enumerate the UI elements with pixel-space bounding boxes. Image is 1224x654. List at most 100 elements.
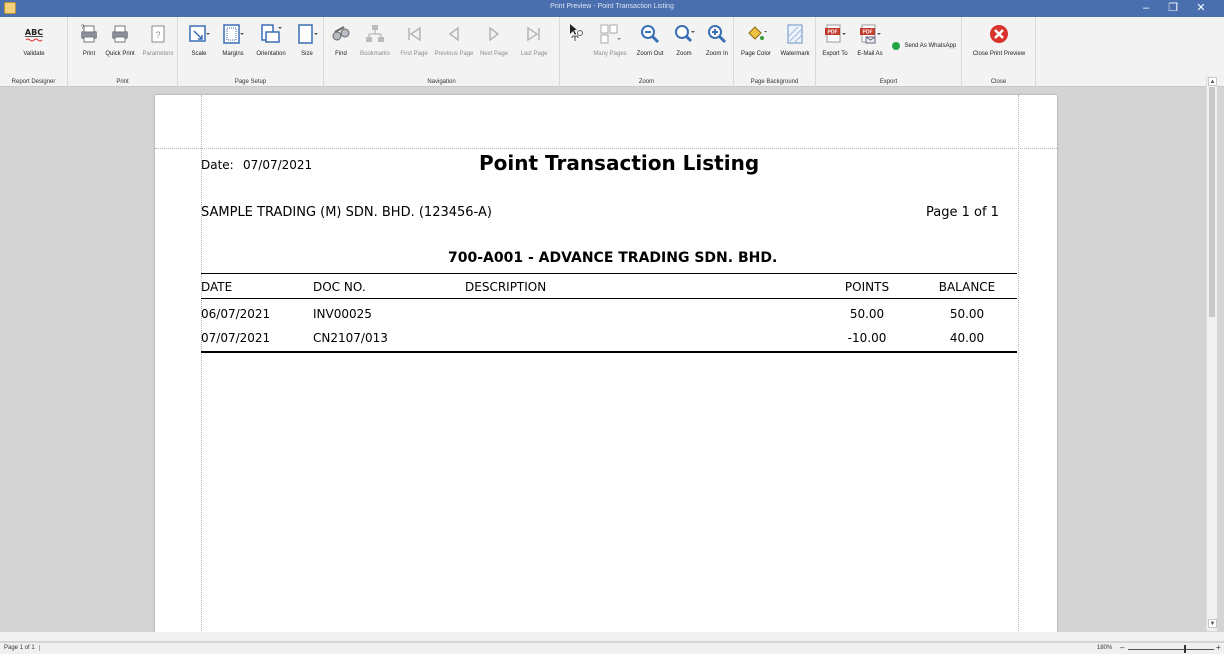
- group-label-close: Close: [990, 79, 1007, 85]
- row-doc-no: INV00025: [313, 307, 372, 321]
- scale-button[interactable]: Scale: [184, 23, 214, 57]
- export-to-label: Export To: [822, 51, 848, 57]
- page-color-label: Page Color: [740, 51, 772, 57]
- restore-button[interactable]: ❐: [1160, 0, 1186, 17]
- validate-button[interactable]: ABC Validate: [18, 23, 50, 57]
- zoom-out-button[interactable]: Zoom Out: [634, 23, 666, 57]
- quick-print-label: Quick Print: [105, 51, 135, 57]
- parameters-button[interactable]: ? Parameters: [140, 23, 176, 57]
- send-whatsapp-label: Send As WhatsApp: [904, 42, 957, 49]
- orientation-label: Orientation: [256, 51, 286, 57]
- print-button[interactable]: ? Print: [78, 23, 100, 57]
- group-label-print: Print: [116, 79, 129, 85]
- first-page-button[interactable]: First Page: [396, 23, 432, 57]
- size-button[interactable]: Size: [292, 23, 322, 57]
- svg-text:PDF: PDF: [863, 30, 873, 36]
- size-label: Size: [301, 51, 313, 57]
- last-page-label: Last Page: [520, 51, 548, 57]
- scroll-up-icon[interactable]: ▲: [1208, 77, 1217, 86]
- margins-label: Margins: [222, 51, 244, 57]
- email-as-button[interactable]: PDF E-Mail As: [852, 23, 888, 57]
- watermark-icon: [784, 23, 806, 45]
- page-color-button[interactable]: Page Color: [738, 23, 774, 57]
- zoom-level: 180%: [1097, 645, 1113, 651]
- parameters-label: Parameters: [142, 51, 174, 57]
- whatsapp-icon: [892, 41, 900, 50]
- close-window-button[interactable]: ✕: [1188, 0, 1214, 17]
- zoom-slider-handle[interactable]: [1184, 645, 1186, 653]
- table-end-rule: [201, 351, 1017, 353]
- scroll-thumb[interactable]: [1209, 87, 1215, 317]
- bookmarks-icon: [364, 23, 386, 45]
- pointer-tool-button[interactable]: [564, 23, 588, 45]
- first-page-icon: [403, 23, 425, 45]
- margins-button[interactable]: Margins: [218, 23, 248, 57]
- preview-workspace: Date: 07/07/2021 Point Transaction Listi…: [0, 88, 1206, 634]
- last-page-button[interactable]: Last Page: [516, 23, 552, 57]
- orientation-button[interactable]: Orientation: [252, 23, 290, 57]
- close-print-preview-button[interactable]: Close Print Preview: [966, 23, 1032, 57]
- scale-icon: [188, 23, 210, 45]
- group-close: Close Print Preview Close: [962, 17, 1036, 87]
- group-report-designer: ABC Validate Report Designer: [0, 17, 68, 87]
- zoom-button[interactable]: Zoom: [670, 23, 698, 57]
- group-label-page-setup: Page Setup: [234, 79, 267, 85]
- top-margin-guide: [155, 148, 1057, 149]
- bookmarks-label: Bookmarks: [359, 51, 390, 57]
- printer-icon: ?: [78, 23, 100, 45]
- many-pages-icon: [599, 23, 621, 45]
- zoom-minus-button[interactable]: –: [1120, 643, 1124, 652]
- watermark-button[interactable]: Watermark: [776, 23, 814, 57]
- many-pages-button[interactable]: Many Pages: [590, 23, 630, 57]
- vertical-scrollbar[interactable]: ▲ ▼: [1206, 75, 1217, 631]
- orientation-icon: [260, 23, 282, 45]
- scale-label: Scale: [191, 51, 207, 57]
- minimize-button[interactable]: –: [1133, 0, 1159, 17]
- row-date: 06/07/2021: [201, 307, 271, 321]
- paint-bucket-icon: [745, 23, 767, 45]
- send-whatsapp-button[interactable]: Send As WhatsApp: [892, 37, 962, 55]
- customer-header: 700-A001 - ADVANCE TRADING SDN. BHD.: [448, 250, 778, 266]
- zoom-plus-button[interactable]: +: [1216, 643, 1221, 652]
- paper-size-icon: [296, 23, 318, 45]
- group-label-page-background: Page Background: [750, 79, 799, 85]
- page-info: Page 1 of 1: [926, 205, 999, 220]
- column-header-doc-no: DOC NO.: [313, 280, 366, 294]
- ribbon: ABC Validate Report Designer ? Print Qui…: [0, 17, 1224, 87]
- pdf-export-icon: PDF: [824, 23, 846, 45]
- next-page-icon: [483, 23, 505, 45]
- first-page-label: First Page: [400, 51, 428, 57]
- close-circle-icon: [988, 23, 1010, 45]
- previous-page-button[interactable]: Previous Page: [434, 23, 474, 57]
- zoom-in-icon: [706, 23, 728, 45]
- spellcheck-icon: ABC: [23, 23, 45, 45]
- quick-print-button[interactable]: Quick Print: [102, 23, 138, 57]
- column-header-balance: BALANCE: [938, 280, 996, 294]
- validate-label: Validate: [23, 51, 45, 57]
- column-header-date: DATE: [201, 280, 233, 294]
- window-title: Print Preview - Point Transaction Listin…: [550, 3, 674, 10]
- next-page-button[interactable]: Next Page: [476, 23, 512, 57]
- left-margin-guide: [201, 95, 202, 634]
- company-name: SAMPLE TRADING (M) SDN. BHD. (123456-A): [201, 205, 492, 220]
- zoom-in-button[interactable]: Zoom In: [702, 23, 732, 57]
- group-label-export: Export: [879, 79, 898, 85]
- previous-page-label: Previous Page: [434, 51, 474, 57]
- horizontal-scroll-area[interactable]: [0, 632, 1224, 641]
- zoom-slider-track[interactable]: [1128, 649, 1214, 650]
- bookmarks-button[interactable]: Bookmarks: [356, 23, 394, 57]
- column-header-description: DESCRIPTION: [465, 280, 547, 294]
- margins-icon: [222, 23, 244, 45]
- find-button[interactable]: Find: [328, 23, 354, 57]
- next-page-label: Next Page: [479, 51, 509, 57]
- pointer-icon: [565, 23, 587, 45]
- parameters-icon: ?: [147, 23, 169, 45]
- date-label: Date:: [201, 158, 234, 172]
- export-to-button[interactable]: PDF Export To: [818, 23, 852, 57]
- binoculars-icon: [330, 23, 352, 45]
- group-label-zoom: Zoom: [638, 79, 655, 85]
- find-label: Find: [335, 51, 347, 57]
- group-export: PDF Export To PDF E-Mail As Send As What…: [816, 17, 962, 87]
- scroll-down-icon[interactable]: ▼: [1208, 619, 1217, 628]
- report-date: 07/07/2021: [243, 158, 313, 172]
